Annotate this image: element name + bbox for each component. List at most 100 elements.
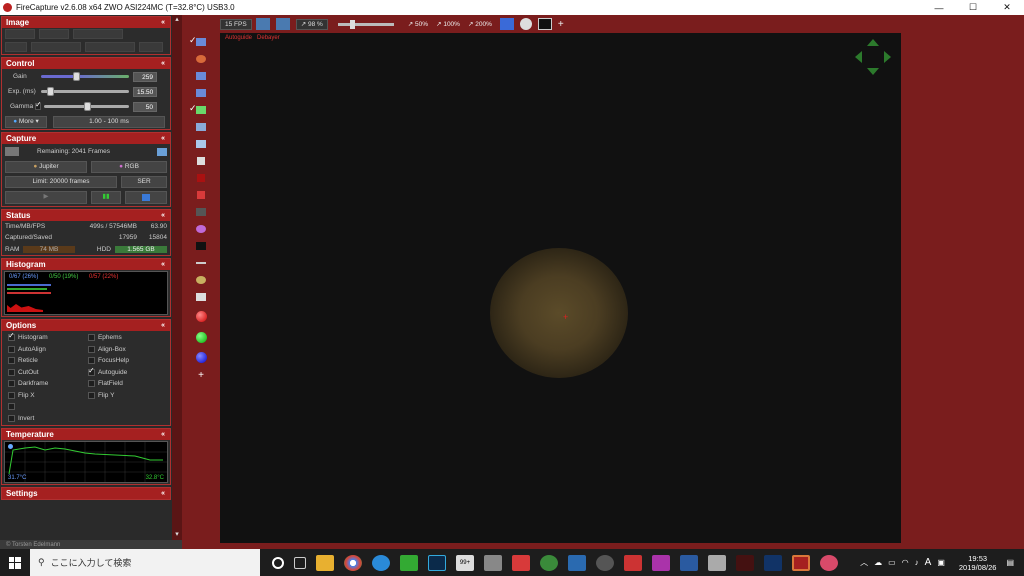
app-icon-navy[interactable] xyxy=(680,554,698,571)
tool-blue-channel[interactable] xyxy=(186,347,216,367)
cloud-icon[interactable]: ☁ xyxy=(874,558,882,567)
zoom-percent[interactable]: ↗ 98 % xyxy=(295,18,328,30)
status-header[interactable]: Status « xyxy=(2,210,170,221)
tool-exposure[interactable] xyxy=(186,50,216,67)
maximize-button[interactable]: ☐ xyxy=(956,2,990,13)
collapse-icon[interactable]: « xyxy=(161,210,165,221)
option-item[interactable]: Flip Y xyxy=(87,390,164,402)
start-button[interactable] xyxy=(0,556,30,569)
tool-dark[interactable] xyxy=(186,237,216,254)
gamma-slider-knob[interactable] xyxy=(84,102,91,111)
zoom-100-button[interactable]: ↗ 100% xyxy=(436,20,460,28)
camera-icon[interactable] xyxy=(157,147,167,156)
capture-header[interactable]: Capture « xyxy=(2,133,170,144)
task-view-icon[interactable] xyxy=(294,556,306,569)
option-item[interactable]: Reticle xyxy=(8,355,88,367)
volume-icon[interactable]: ♪ xyxy=(915,558,919,567)
collapse-icon[interactable]: « xyxy=(161,488,165,499)
tool-snapshot[interactable] xyxy=(186,186,216,203)
option-checkbox[interactable] xyxy=(8,403,15,411)
app-icon-maroon[interactable] xyxy=(736,554,754,571)
collapse-icon[interactable]: « xyxy=(161,133,165,144)
collapse-icon[interactable]: « xyxy=(161,17,165,28)
option-checkbox[interactable] xyxy=(87,366,95,376)
app-icon-blue[interactable] xyxy=(372,554,390,571)
stop-button[interactable] xyxy=(125,191,167,204)
tool-reticle[interactable] xyxy=(186,67,216,84)
fps-button[interactable]: 15 FPS xyxy=(220,18,252,30)
more-button[interactable]: ● More ▾ xyxy=(5,115,47,128)
option-checkbox[interactable] xyxy=(87,345,95,353)
collapse-icon[interactable]: « xyxy=(161,259,165,270)
zoom-50-button[interactable]: ↗ 50% xyxy=(408,20,428,28)
run-icon[interactable] xyxy=(499,18,514,30)
notification-app-icon[interactable]: 99+ xyxy=(456,554,474,571)
exp-input[interactable]: 15.50 xyxy=(133,86,157,97)
color-button[interactable]: ● RGB xyxy=(91,160,167,173)
exp-slider[interactable] xyxy=(41,87,129,96)
option-checkbox[interactable] xyxy=(8,380,15,388)
object-button[interactable]: ● Jupiter xyxy=(5,160,87,173)
ime-indicator[interactable]: A xyxy=(925,557,932,568)
tool-grid[interactable] xyxy=(186,203,216,220)
app-icon-red[interactable] xyxy=(512,554,530,571)
option-item[interactable]: FocusHelp xyxy=(87,355,164,367)
option-item[interactable]: AutoAlign xyxy=(8,344,88,356)
app-icon-green[interactable] xyxy=(400,554,418,571)
tool-flat[interactable] xyxy=(186,118,216,135)
monitor-icon[interactable] xyxy=(255,18,270,30)
app-icon-green-round[interactable] xyxy=(540,554,558,571)
add-icon[interactable]: + xyxy=(558,19,564,30)
tool-red-channel[interactable] xyxy=(186,305,216,327)
tool-trash[interactable] xyxy=(186,152,216,169)
limit-button[interactable]: Limit: 20000 frames xyxy=(5,175,117,188)
option-item[interactable]: Align-Box xyxy=(87,344,164,356)
screen-icon[interactable] xyxy=(275,18,290,30)
chrome-icon[interactable] xyxy=(344,554,362,571)
gain-slider[interactable] xyxy=(41,72,129,81)
app-icon-red-2[interactable] xyxy=(624,554,642,571)
tool-monitor[interactable] xyxy=(186,288,216,305)
app-icon-blue-square[interactable] xyxy=(568,554,586,571)
option-checkbox[interactable] xyxy=(8,391,15,399)
play-button[interactable]: ▶ xyxy=(5,191,87,204)
zoom-slider-knob[interactable] xyxy=(349,19,355,29)
clock[interactable]: 19:53 2019/08/26 xyxy=(959,554,997,572)
arrow-right-icon[interactable] xyxy=(884,51,891,63)
exp-slider-knob[interactable] xyxy=(47,87,54,96)
option-item[interactable]: Darkframe xyxy=(8,378,88,390)
gamma-slider[interactable] xyxy=(44,102,129,111)
option-checkbox[interactable] xyxy=(87,380,95,388)
firecapture-taskbar-icon[interactable] xyxy=(792,554,810,571)
gain-slider-knob[interactable] xyxy=(73,72,80,81)
options-header[interactable]: Options « xyxy=(2,320,170,331)
tool-align[interactable] xyxy=(186,84,216,101)
gamma-input[interactable]: 50 xyxy=(133,101,157,112)
search-box[interactable]: ⚲ ここに入力して検索 xyxy=(30,549,260,576)
cortana-icon[interactable] xyxy=(272,556,284,569)
app-icon-purple[interactable] xyxy=(652,554,670,571)
option-item[interactable]: Autoguide xyxy=(87,366,164,379)
histogram-header[interactable]: Histogram « xyxy=(2,259,170,270)
option-checkbox[interactable] xyxy=(8,345,15,353)
collapse-icon[interactable]: « xyxy=(161,429,165,440)
add-tool-button[interactable]: + xyxy=(186,367,216,384)
option-checkbox[interactable] xyxy=(87,334,95,342)
arrow-left-icon[interactable] xyxy=(855,51,862,63)
app-icon-pink[interactable] xyxy=(820,554,838,571)
network-icon[interactable]: ▭ xyxy=(888,558,896,567)
control-header[interactable]: Control « xyxy=(2,58,170,69)
folder-icon[interactable] xyxy=(5,147,19,156)
tool-planet[interactable] xyxy=(186,271,216,288)
settings-header[interactable]: Settings « xyxy=(2,488,170,499)
chevron-up-icon[interactable]: ︿ xyxy=(860,557,868,568)
option-item[interactable]: CutOut xyxy=(8,367,88,379)
option-checkbox[interactable] xyxy=(8,331,15,342)
app-icon-star[interactable] xyxy=(764,554,782,571)
panel-scrollbar[interactable]: ▴ ▾ xyxy=(172,15,182,540)
wifi-icon[interactable]: ◠ xyxy=(902,558,909,567)
format-button[interactable]: SER xyxy=(121,175,167,188)
terminal-icon[interactable] xyxy=(537,18,552,30)
action-center-icon[interactable]: ▤ xyxy=(1006,558,1014,567)
arrow-up-icon[interactable] xyxy=(867,39,879,46)
